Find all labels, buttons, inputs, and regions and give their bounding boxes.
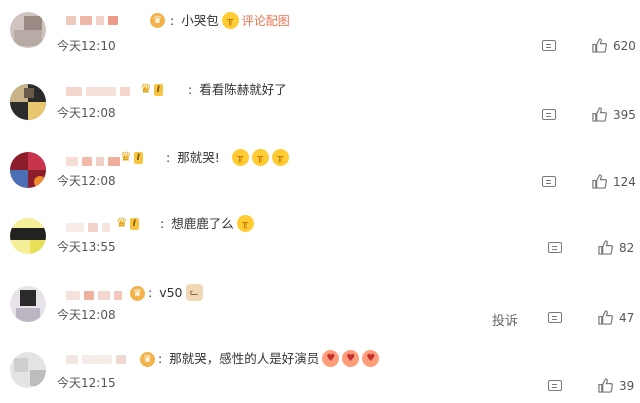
kiss-emoji-icon: ♥ [322, 350, 340, 367]
username-masked[interactable] [66, 13, 118, 27]
comment-content: 那就哭，感性的人是好演员 [169, 350, 320, 366]
like-count: 82 [619, 240, 635, 255]
level-badge: I [153, 84, 164, 96]
avatar[interactable] [10, 84, 46, 120]
comment-item: ♛ : v50 ᓚ 今天12:08 投诉 47 [0, 268, 640, 334]
like-button[interactable]: 39 [598, 378, 634, 393]
like-count: 124 [613, 174, 636, 189]
thumbs-up-icon [598, 240, 613, 255]
comment-time: 今天13:55 [57, 240, 116, 254]
crying-emoji-icon: ╥ [271, 149, 289, 166]
reply-icon[interactable] [542, 109, 556, 120]
like-button[interactable]: 82 [598, 240, 634, 255]
report-button[interactable]: 投诉 [492, 310, 518, 329]
vip-badge-icon: ♛ [140, 351, 155, 367]
avatar[interactable] [10, 218, 46, 254]
comment-item: ♛ I : 想鹿鹿了么 ╥ 今天13:55 82 [0, 200, 640, 266]
crying-emoji-icon: ╥ [236, 215, 254, 232]
username-masked[interactable] [66, 288, 122, 302]
user-badge: ♛ I [116, 216, 140, 232]
user-badge: ♛ I [120, 150, 144, 166]
comment-time: 今天12:15 [57, 376, 116, 390]
kiss-emoji-icon: ♥ [362, 350, 380, 367]
like-button[interactable]: 47 [598, 310, 634, 325]
crying-emoji-icon: ╥ [221, 12, 239, 29]
reply-icon[interactable] [548, 380, 562, 391]
comment-item: ♛ : 小哭包 ╥ 评论配图 今天12:10 620 [0, 0, 640, 66]
avatar[interactable] [10, 286, 46, 322]
cat-emoji-icon: ᓚ [185, 284, 203, 301]
comment-text: : 小哭包 ╥ 评论配图 [170, 12, 290, 29]
comment-time: 今天12:08 [57, 174, 116, 188]
comment-item: ♛ I : 看看陈赫就好了 今天12:08 395 [0, 66, 640, 132]
user-badge: ♛ [130, 285, 145, 301]
comment-content: 小哭包 [181, 12, 219, 28]
crying-emoji-icon: ╥ [251, 149, 269, 166]
comment-content: 看看陈赫就好了 [199, 82, 287, 97]
comment-text: : 看看陈赫就好了 [188, 82, 287, 97]
crown-icon: ♛ [140, 82, 152, 97]
vip-badge-icon: ♛ [150, 12, 165, 28]
like-button[interactable]: 395 [592, 107, 636, 122]
like-count: 620 [613, 38, 636, 53]
reply-icon[interactable] [548, 312, 562, 323]
comment-item: ♛ I : 那就哭! ╥ ╥ ╥ 今天12:08 124 [0, 134, 640, 200]
comment-time: 今天12:10 [57, 39, 116, 53]
like-count: 39 [619, 378, 635, 393]
like-count: 395 [613, 107, 636, 122]
reply-icon[interactable] [542, 176, 556, 187]
comment-content: 想鹿鹿了么 [171, 215, 234, 231]
level-badge: I [133, 152, 144, 164]
avatar[interactable] [10, 152, 46, 188]
thumbs-up-icon [592, 107, 607, 122]
crown-icon: ♛ [120, 150, 132, 165]
kiss-emoji-icon: ♥ [342, 350, 360, 367]
like-button[interactable]: 620 [592, 38, 636, 53]
comment-text: : v50 ᓚ [148, 284, 203, 301]
like-count: 47 [619, 310, 635, 325]
comment-text: : 那就哭，感性的人是好演员 ♥ ♥ ♥ [158, 350, 380, 367]
vip-badge-icon: ♛ [130, 285, 145, 301]
avatar[interactable] [10, 352, 46, 388]
comment-content: 那就哭! [177, 149, 220, 165]
reply-icon[interactable] [548, 242, 562, 253]
comment-time: 今天12:08 [57, 106, 116, 120]
avatar[interactable] [10, 12, 46, 48]
user-badge: ♛ [140, 351, 155, 367]
thumbs-up-icon [598, 310, 613, 325]
level-badge: I [129, 218, 140, 230]
username-masked[interactable] [66, 154, 120, 168]
thumbs-up-icon [598, 378, 613, 393]
username-masked[interactable] [66, 84, 130, 98]
thumbs-up-icon [592, 38, 607, 53]
crying-emoji-icon: ╥ [231, 149, 249, 166]
comment-text: : 想鹿鹿了么 ╥ [160, 215, 254, 232]
reply-icon[interactable] [542, 40, 556, 51]
comment-content: v50 [159, 284, 183, 300]
username-masked[interactable] [66, 352, 126, 366]
user-badge: ♛ [150, 12, 165, 28]
comment-image-link[interactable]: 评论配图 [242, 13, 290, 29]
crown-icon: ♛ [116, 216, 128, 231]
comment-item: ♛ : 那就哭，感性的人是好演员 ♥ ♥ ♥ 今天12:15 39 [0, 336, 640, 402]
comment-time: 今天12:08 [57, 308, 116, 322]
user-badge: ♛ I [140, 82, 164, 98]
like-button[interactable]: 124 [592, 174, 636, 189]
thumbs-up-icon [592, 174, 607, 189]
username-masked[interactable] [66, 220, 110, 234]
comment-text: : 那就哭! ╥ ╥ ╥ [166, 149, 289, 166]
